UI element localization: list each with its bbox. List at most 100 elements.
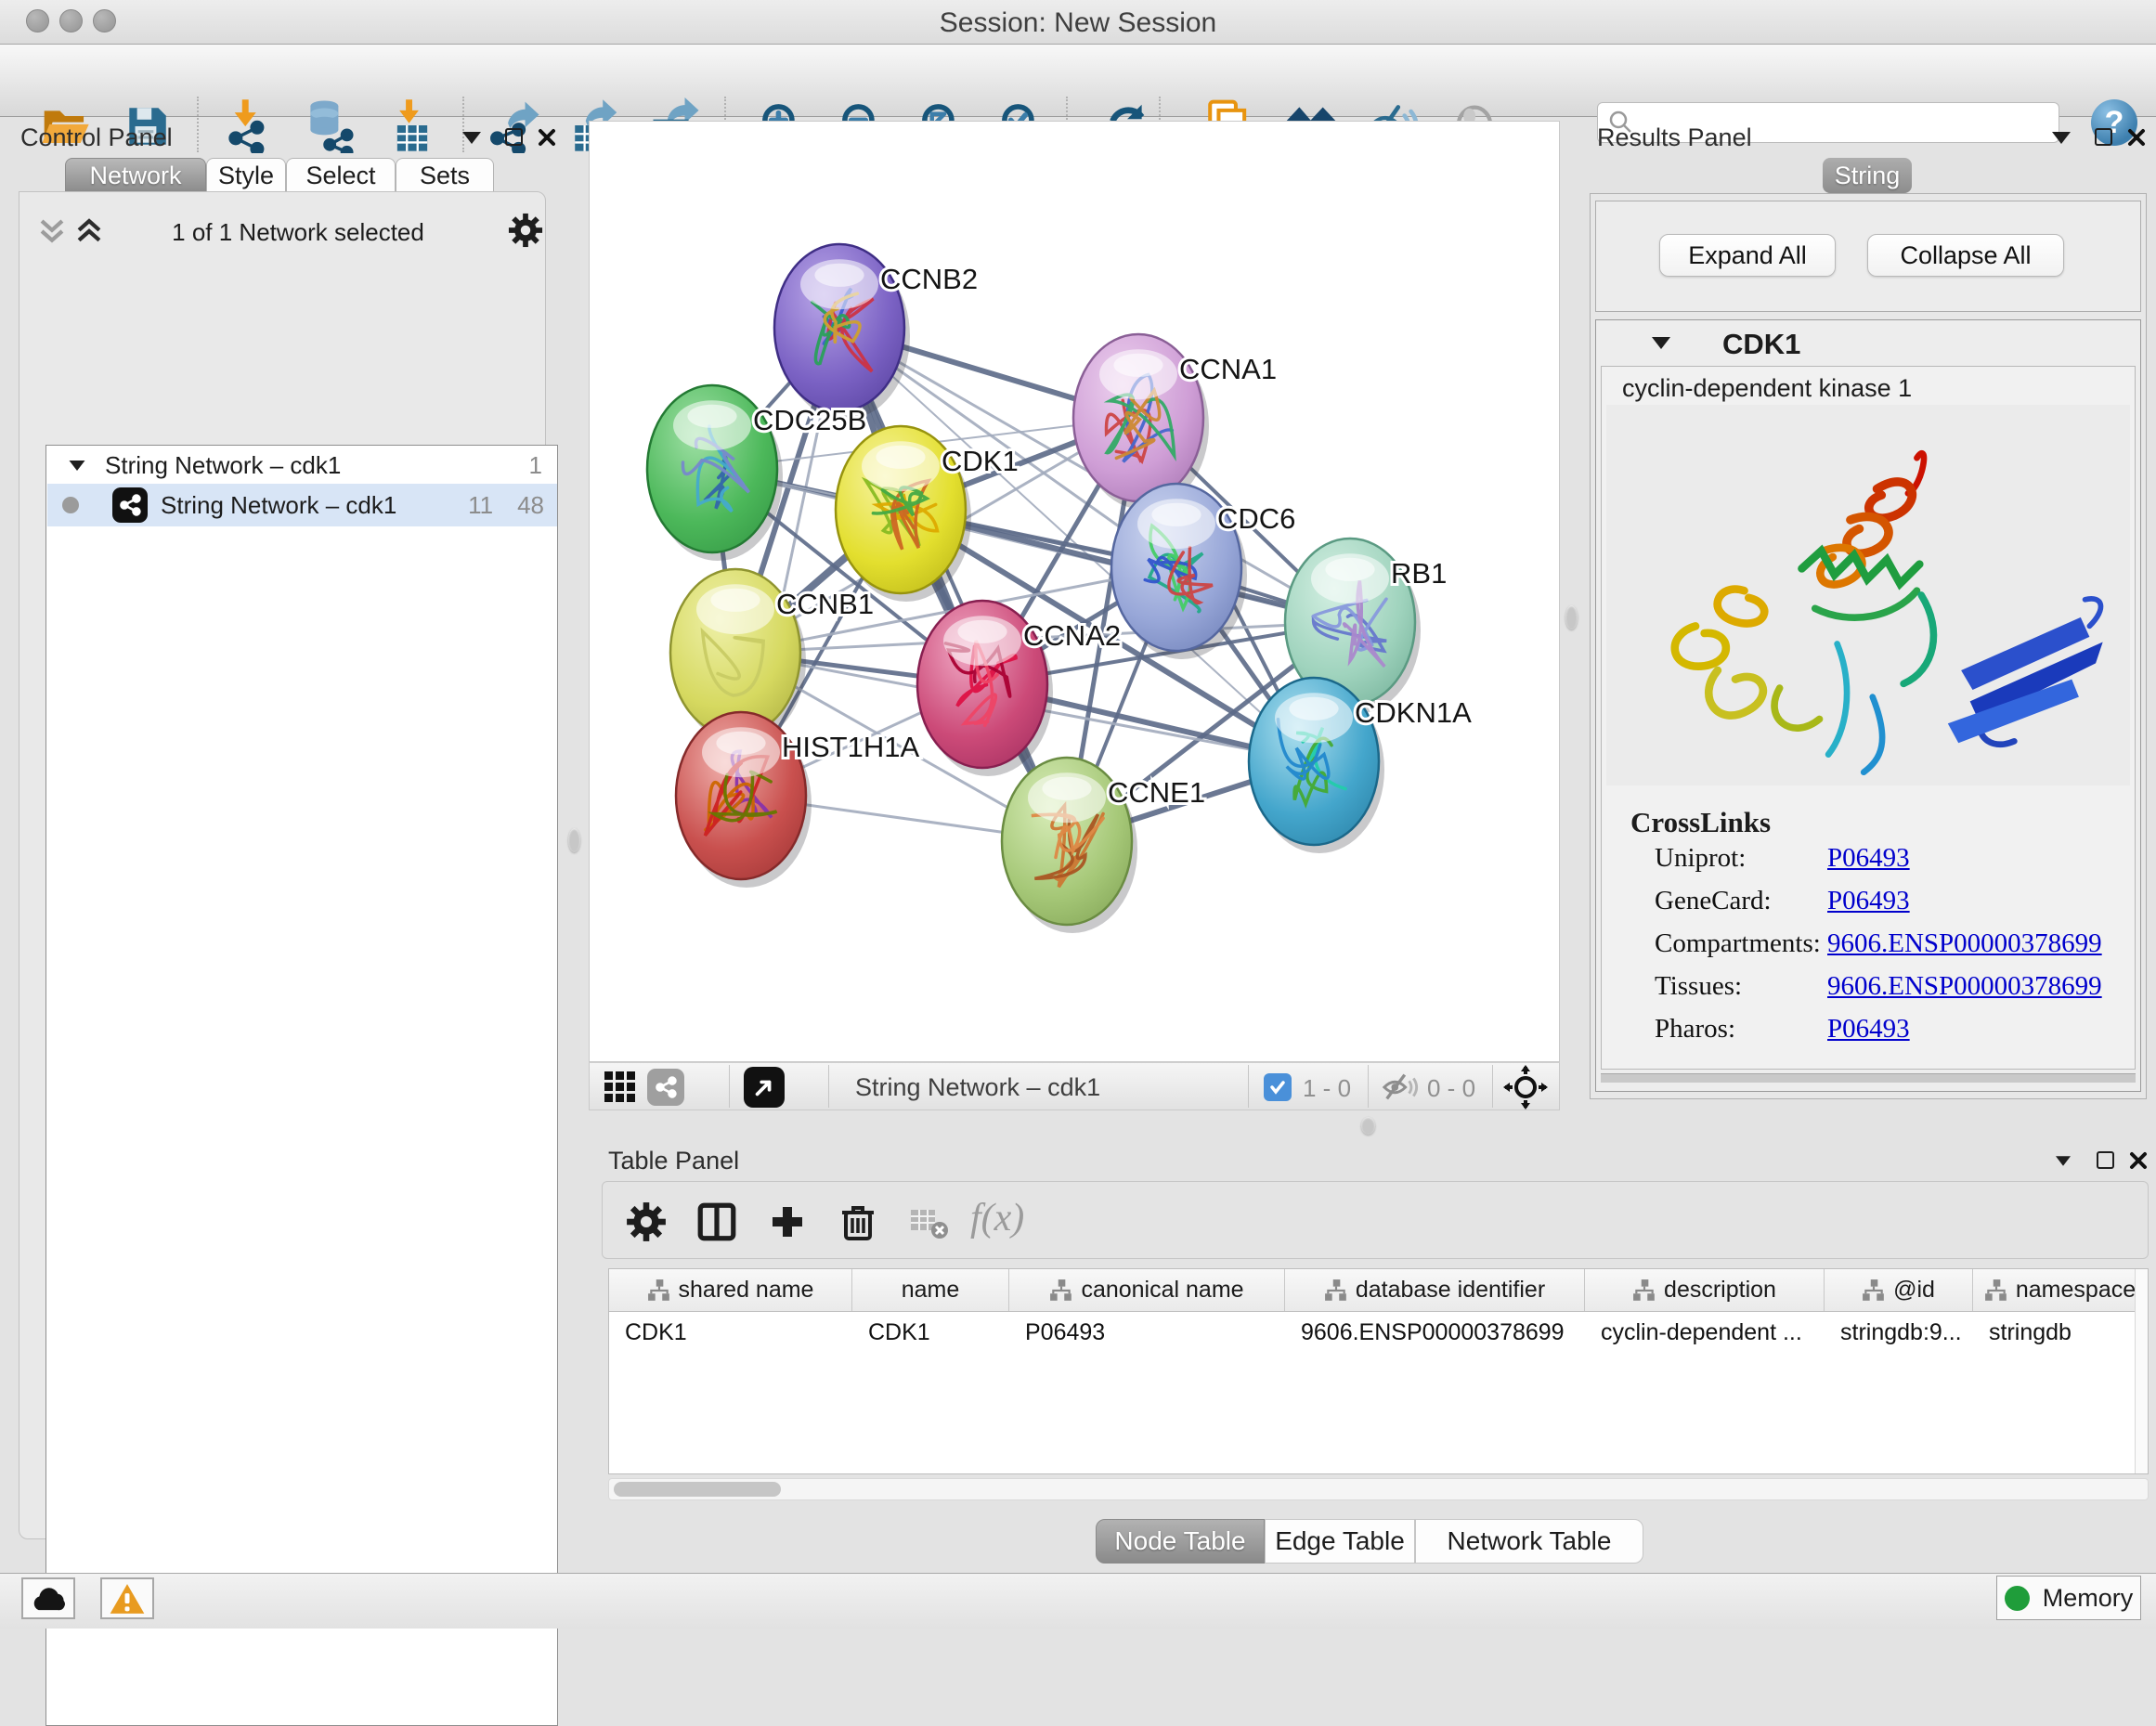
crosslink-label: Uniprot: xyxy=(1655,843,1746,874)
column-header-label: canonical name xyxy=(1081,1277,1243,1304)
network-node-CDC6[interactable]: CDC6 xyxy=(1111,484,1295,659)
close-panel-icon[interactable] xyxy=(537,127,557,148)
fit-content-crosshair-icon[interactable] xyxy=(1503,1065,1548,1110)
tab-style[interactable]: Style xyxy=(206,158,286,192)
network-node-CCNB1[interactable]: CCNB1 xyxy=(670,569,874,745)
collapse-all-icon[interactable] xyxy=(36,216,68,246)
gear-icon[interactable] xyxy=(508,213,543,248)
footer-separator xyxy=(729,1065,730,1108)
node-label: CCNA1 xyxy=(1179,353,1277,385)
birds-eye-view-icon[interactable] xyxy=(603,1070,638,1105)
tab-node-table[interactable]: Node Table xyxy=(1096,1519,1265,1564)
string-badge-icon[interactable] xyxy=(647,1069,684,1106)
table-settings-gear-icon[interactable] xyxy=(620,1196,672,1248)
section-expander-icon[interactable] xyxy=(1652,337,1670,349)
vertical-splitter-handle[interactable] xyxy=(568,828,580,852)
tab-edge-table[interactable]: Edge Table xyxy=(1265,1519,1415,1564)
memory-button[interactable]: Memory xyxy=(1996,1576,2141,1620)
crosslink-link[interactable]: 9606.ENSP00000378699 xyxy=(1827,971,2102,1002)
column-type-icon xyxy=(1324,1278,1348,1303)
string-network-icon xyxy=(112,487,148,523)
memory-status-dot-icon xyxy=(2005,1586,2030,1611)
table-cell[interactable]: cyclin-dependent ... xyxy=(1585,1312,1825,1353)
table-cell[interactable]: stringdb xyxy=(1973,1312,2148,1353)
node-table: shared namename canonical name database id… xyxy=(608,1268,2149,1474)
tab-network[interactable]: Network xyxy=(65,158,206,192)
collapse-panel-icon[interactable] xyxy=(462,132,481,144)
show-columns-icon[interactable] xyxy=(691,1196,743,1248)
status-bar: Memory xyxy=(0,1573,2156,1629)
tab-select[interactable]: Select xyxy=(286,158,396,192)
delete-column-trash-icon[interactable] xyxy=(832,1196,884,1248)
add-column-icon[interactable] xyxy=(761,1196,813,1248)
tree-expander-icon[interactable] xyxy=(70,460,85,470)
crosslinks-list: Uniprot:P06493GeneCard:P06493Compartment… xyxy=(1601,843,2136,1057)
results-panel-title: Results Panel xyxy=(1597,123,1752,152)
column-header-database-identifier[interactable]: database identifier xyxy=(1285,1269,1585,1311)
network-node-CDC25B[interactable]: CDC25B xyxy=(647,385,866,561)
network-node-CDKN1A[interactable]: CDKN1A xyxy=(1249,678,1472,853)
crosslink-link[interactable]: 9606.ENSP00000378699 xyxy=(1827,928,2102,959)
node-label: CDC25B xyxy=(753,404,866,436)
network-collection-row[interactable]: String Network – cdk1 1 xyxy=(47,447,557,484)
close-panel-icon[interactable] xyxy=(2128,1150,2149,1171)
float-panel-icon[interactable] xyxy=(2097,1151,2114,1169)
node-label: CCNB2 xyxy=(880,263,978,295)
table-cell[interactable]: CDK1 xyxy=(852,1312,1009,1353)
network-node-CCNE1[interactable]: CCNE1 xyxy=(1002,758,1205,933)
network-row-selected[interactable]: String Network – cdk1 11 48 xyxy=(47,484,557,526)
selected-checkbox-icon[interactable] xyxy=(1264,1073,1292,1101)
delete-table-icon xyxy=(903,1196,955,1248)
warning-status-button[interactable] xyxy=(100,1577,154,1619)
collapse-panel-icon[interactable] xyxy=(2052,132,2071,144)
node-label: CCNE1 xyxy=(1108,776,1205,809)
column-header-namespace[interactable]: namespace xyxy=(1973,1269,2148,1311)
column-header-description[interactable]: description xyxy=(1585,1269,1825,1311)
table-cell[interactable]: P06493 xyxy=(1009,1312,1285,1353)
network-tree: String Network – cdk1 1 String Network –… xyxy=(45,445,558,1726)
table-horizontal-scrollbar[interactable] xyxy=(608,1478,2149,1500)
column-header--id[interactable]: @id xyxy=(1825,1269,1973,1311)
network-node-CDK1[interactable]: CDK1 xyxy=(836,426,1019,602)
table-cell[interactable]: stringdb:9... xyxy=(1825,1312,1973,1353)
network-canvas-panel[interactable]: CCNB2CCNA1CDC25BCDK1CDC6RB1CCNB1CCNA2CDK… xyxy=(589,121,1560,1062)
crosslink-link[interactable]: P06493 xyxy=(1827,843,1910,874)
node-label: CDKN1A xyxy=(1355,696,1472,729)
float-panel-icon[interactable] xyxy=(2095,128,2112,146)
close-panel-icon[interactable] xyxy=(2126,127,2147,148)
network-node-CCNA2[interactable]: CCNA2 xyxy=(917,601,1121,776)
collapse-all-button[interactable]: Collapse All xyxy=(1867,234,2064,277)
tab-string[interactable]: String xyxy=(1823,158,1912,193)
column-header-label: description xyxy=(1664,1277,1776,1304)
column-header-name[interactable]: name xyxy=(852,1269,1009,1311)
network-canvas[interactable]: CCNB2CCNA1CDC25BCDK1CDC6RB1CCNB1CCNA2CDK… xyxy=(590,122,1559,1061)
tab-network-table[interactable]: Network Table xyxy=(1415,1519,1643,1564)
tab-sets[interactable]: Sets xyxy=(396,158,494,192)
vertical-splitter-handle[interactable] xyxy=(1565,605,1578,629)
crosslink-link[interactable]: P06493 xyxy=(1827,1014,1910,1045)
table-cell[interactable]: CDK1 xyxy=(609,1312,852,1353)
warning-icon xyxy=(109,1582,146,1616)
column-header-shared-name[interactable]: shared name xyxy=(609,1269,852,1311)
collapse-panel-icon[interactable] xyxy=(2056,1156,2071,1165)
cloud-status-button[interactable] xyxy=(21,1577,75,1619)
column-type-icon xyxy=(647,1278,671,1303)
edge-count: 48 xyxy=(517,491,544,520)
expand-all-icon[interactable] xyxy=(73,216,105,246)
hidden-counts: 0 - 0 xyxy=(1427,1074,1475,1103)
open-in-browser-icon[interactable] xyxy=(744,1067,785,1108)
network-node-HIST1H1A[interactable]: HIST1H1A xyxy=(676,712,919,888)
float-panel-icon[interactable] xyxy=(505,128,523,146)
table-vertical-scrollbar[interactable] xyxy=(2135,1269,2148,1473)
node-label: HIST1H1A xyxy=(782,731,919,763)
expand-all-button[interactable]: Expand All xyxy=(1659,234,1836,277)
column-header-canonical-name[interactable]: canonical name xyxy=(1009,1269,1285,1311)
horizontal-splitter-handle[interactable] xyxy=(1361,1117,1375,1135)
crosslink-link[interactable]: P06493 xyxy=(1827,886,1910,916)
network-node-CCNB2[interactable]: CCNB2 xyxy=(774,244,978,420)
results-scrollbar[interactable] xyxy=(1601,1073,2136,1083)
crosslink-label: Pharos: xyxy=(1655,1014,1735,1045)
table-row[interactable]: CDK1CDK1P064939606.ENSP00000378699cyclin… xyxy=(609,1312,2148,1353)
scrollbar-thumb[interactable] xyxy=(614,1482,781,1497)
table-cell[interactable]: 9606.ENSP00000378699 xyxy=(1285,1312,1585,1353)
